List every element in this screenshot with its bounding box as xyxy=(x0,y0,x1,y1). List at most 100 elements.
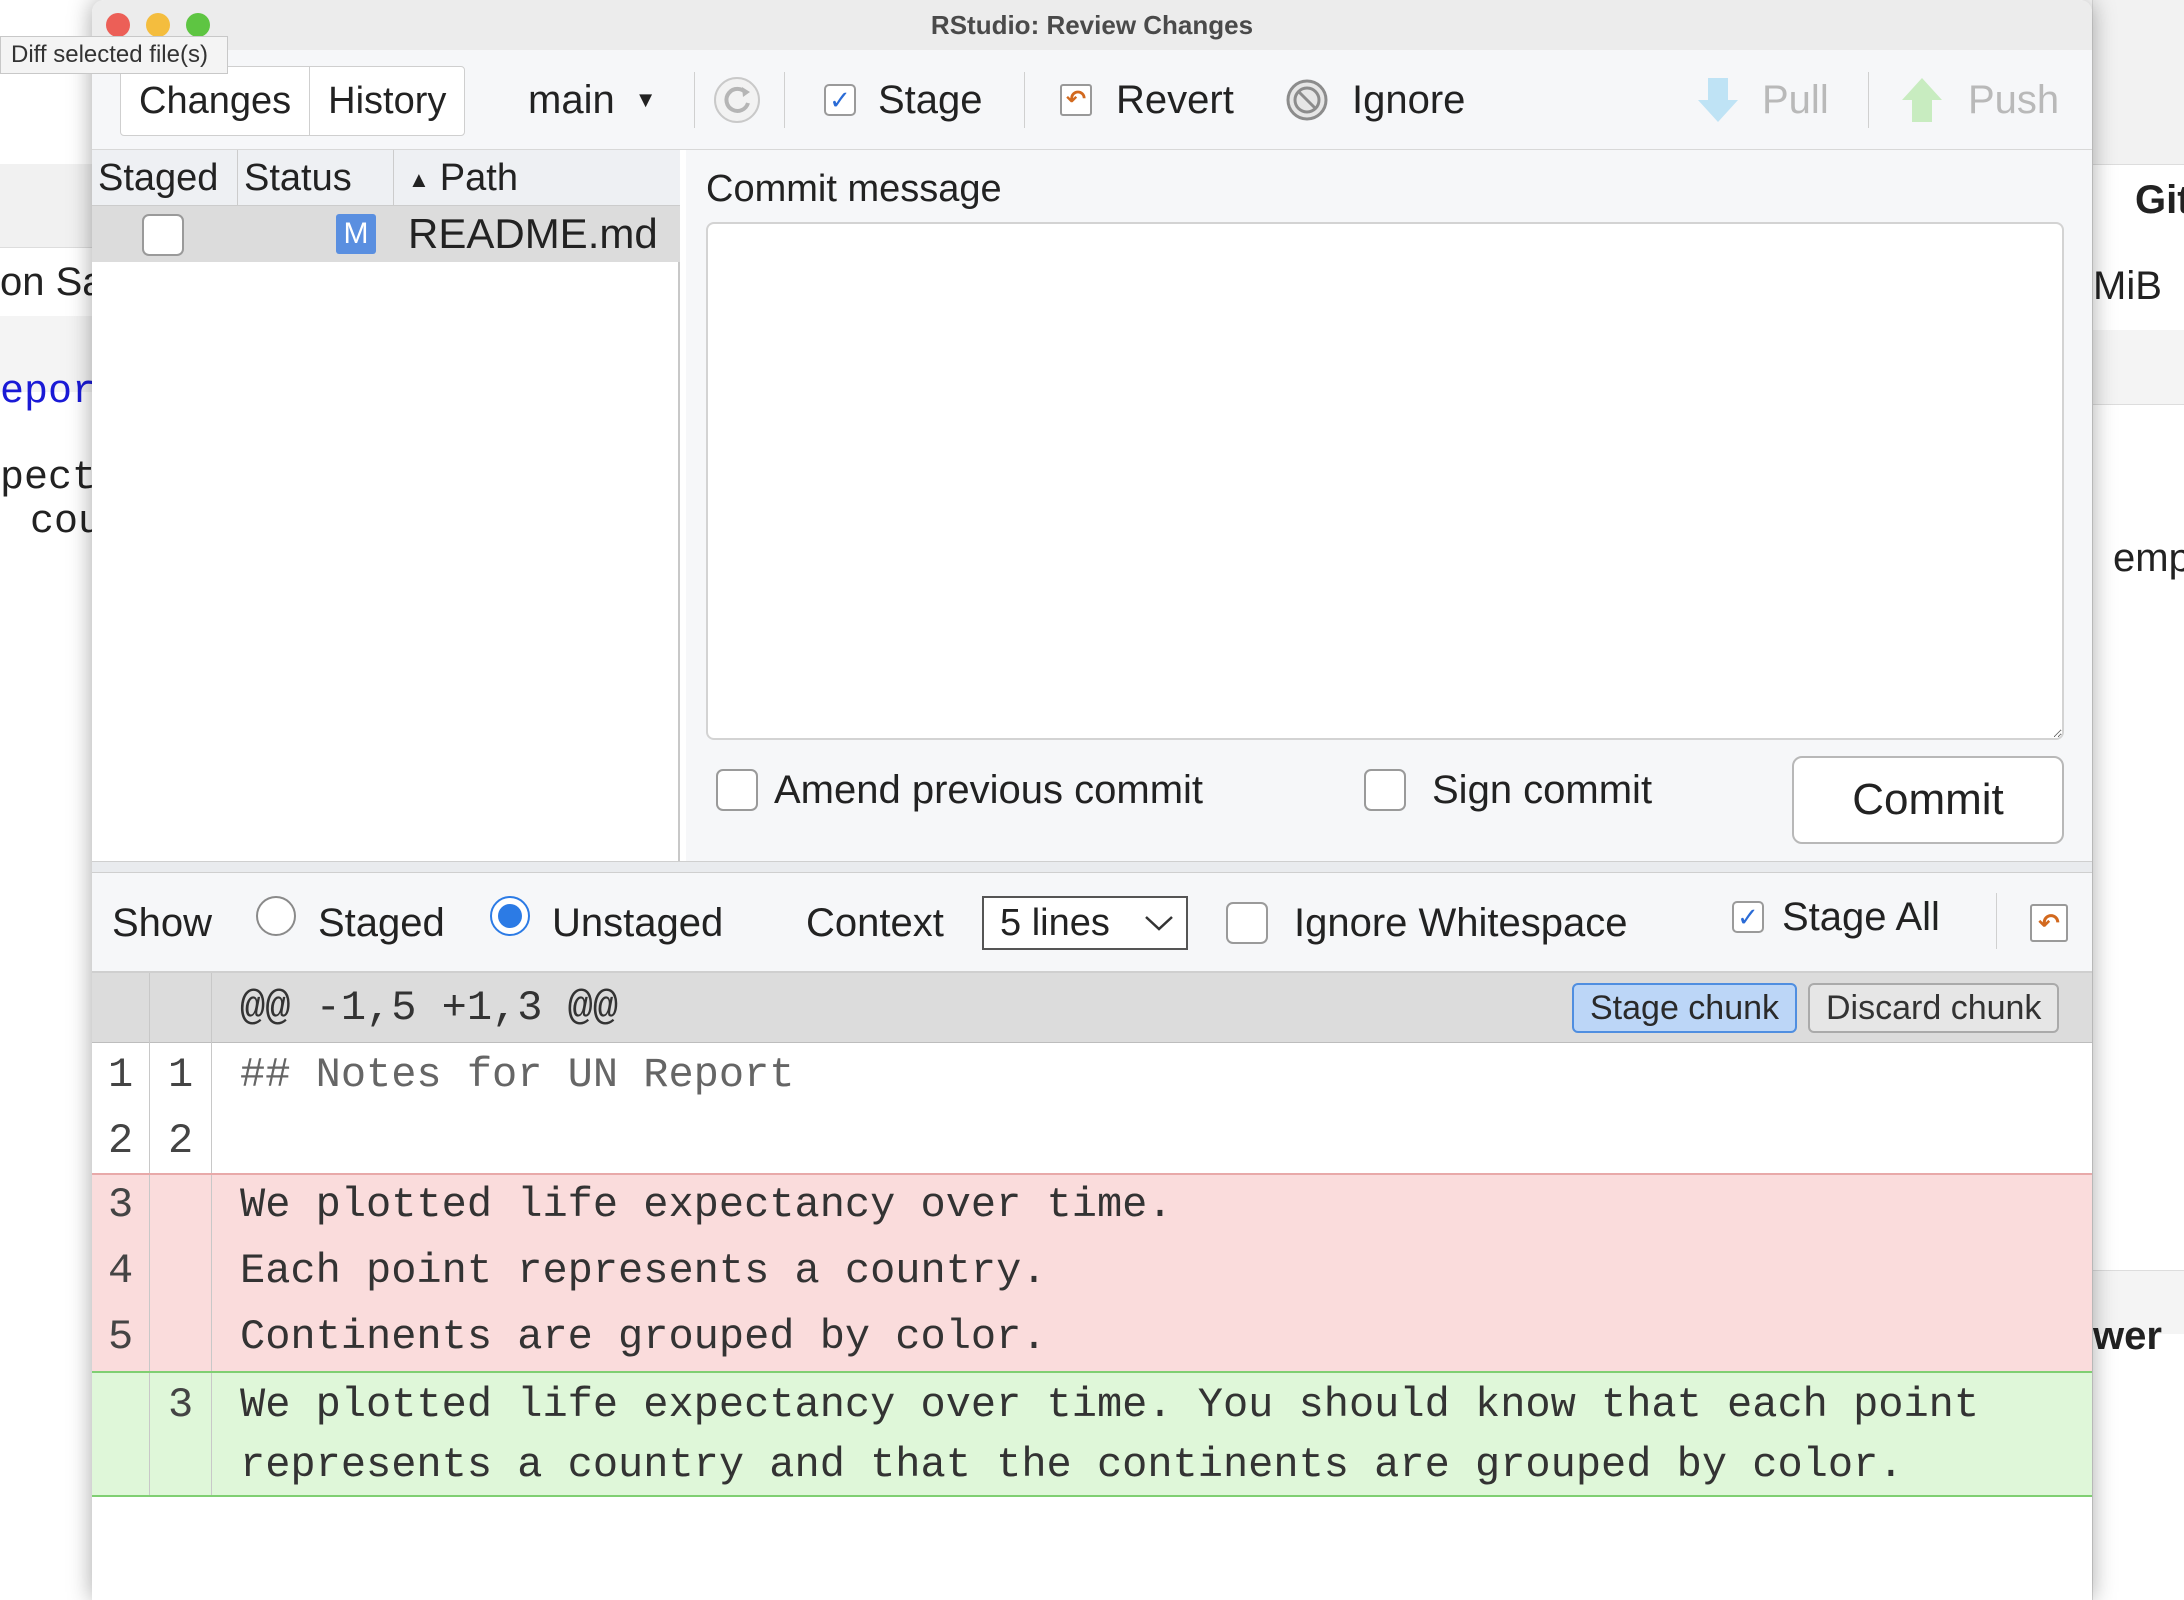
sign-commit-option[interactable]: Sign commit xyxy=(1364,762,1652,818)
background-band xyxy=(2093,330,2184,405)
column-status[interactable]: Status xyxy=(238,150,394,206)
old-line-number: 1 xyxy=(108,1051,134,1099)
diff-line-removed[interactable]: Continents are grouped by color. xyxy=(240,1313,1047,1361)
zoom-window-icon[interactable] xyxy=(186,13,210,37)
refresh-button[interactable] xyxy=(712,72,762,128)
show-staged-option[interactable]: Staged xyxy=(256,895,445,951)
unstaged-radio-label: Unstaged xyxy=(552,900,724,945)
stage-all-checkbox[interactable]: ✓ xyxy=(1732,901,1764,933)
context-select-box[interactable]: 5 lines xyxy=(982,896,1188,950)
commit-button[interactable]: Commit xyxy=(1792,756,2064,844)
context-lines-select[interactable]: 5 lines xyxy=(982,895,1188,951)
changed-files-pane: Staged Status ▲ Path M README.md xyxy=(92,150,680,861)
review-changes-window: RStudio: Review Changes Changes History … xyxy=(92,0,2092,1600)
ignore-whitespace-label: Ignore Whitespace xyxy=(1294,900,1628,945)
tooltip: Diff selected file(s) xyxy=(0,36,228,74)
new-line-gutter xyxy=(150,1175,212,1371)
sign-checkbox[interactable] xyxy=(1364,769,1406,811)
old-line-gutter xyxy=(92,973,150,1043)
file-path: README.md xyxy=(408,210,658,257)
toolbar-divider xyxy=(1996,893,1997,949)
view-tabs: Changes History xyxy=(120,66,466,136)
new-line-gutter xyxy=(150,973,212,1043)
amend-commit-option[interactable]: Amend previous commit xyxy=(716,762,1203,818)
commit-pane: Commit message Amend previous commit Sig… xyxy=(686,150,2092,861)
main-toolbar: Changes History main ▼ ✓ Stage ↶ Revert … xyxy=(92,50,2092,150)
file-row[interactable]: M README.md xyxy=(92,206,680,262)
pull-label: Pull xyxy=(1762,77,1829,122)
close-window-icon[interactable] xyxy=(106,13,130,37)
diff-added-block: 3 We plotted life expectancy over time. … xyxy=(92,1373,2092,1497)
ignore-whitespace-checkbox[interactable] xyxy=(1226,902,1268,944)
stage-all-label: Stage All xyxy=(1782,894,1940,939)
column-staged[interactable]: Staged xyxy=(92,150,238,206)
discard-all-button[interactable]: ↶ xyxy=(2030,895,2068,951)
branch-dropdown[interactable]: main ▼ xyxy=(528,72,656,128)
stage-button[interactable]: ✓ Stage xyxy=(824,72,983,128)
diff-line-added-wrap[interactable]: represents a country and that the contin… xyxy=(240,1441,1903,1489)
background-text: on Sa xyxy=(0,260,92,304)
tab-history[interactable]: History xyxy=(310,67,464,135)
stage-all-option[interactable]: ✓ Stage All xyxy=(1732,889,1940,945)
diff-toolbar: Show Staged Unstaged Context 5 lines Ign… xyxy=(92,873,2092,973)
ignore-button[interactable]: Ignore xyxy=(1284,72,1465,128)
pull-button[interactable]: Pull xyxy=(1696,72,1829,128)
diff-line-added[interactable]: We plotted life expectancy over time. Yo… xyxy=(240,1381,1979,1429)
background-text: Git xyxy=(2135,178,2184,222)
discard-chunk-button[interactable]: Discard chunk xyxy=(1808,983,2060,1033)
background-text: cou xyxy=(30,500,92,545)
window-titlebar: RStudio: Review Changes xyxy=(92,0,2092,50)
toolbar-divider xyxy=(1868,72,1869,128)
show-label: Show xyxy=(112,900,213,945)
ignore-whitespace-option[interactable]: Ignore Whitespace xyxy=(1226,895,1628,951)
path-header-label: Path xyxy=(439,157,518,199)
file-staged-checkbox[interactable] xyxy=(142,214,184,256)
toolbar-divider xyxy=(694,72,695,128)
push-button[interactable]: Push xyxy=(1900,72,2059,128)
commit-message-input[interactable] xyxy=(706,222,2064,740)
background-right-pane: Git MiB emp wer xyxy=(2092,0,2184,1600)
old-line-number: 4 xyxy=(108,1247,134,1295)
tab-changes[interactable]: Changes xyxy=(121,67,311,135)
context-label: Context xyxy=(806,900,944,945)
revert-button[interactable]: ↶ Revert xyxy=(1060,72,1234,128)
stage-chunk-button[interactable]: Stage chunk xyxy=(1572,983,1798,1033)
branch-name: main xyxy=(528,77,615,122)
modified-status-badge: M xyxy=(336,214,376,254)
column-path[interactable]: ▲ Path xyxy=(394,150,680,206)
toolbar-divider xyxy=(784,72,785,128)
diff-line-removed[interactable]: Each point represents a country. xyxy=(240,1247,1047,1295)
chevron-down-icon xyxy=(1145,916,1173,931)
amend-checkbox[interactable] xyxy=(716,769,758,811)
background-text: emp xyxy=(2113,536,2184,580)
staged-radio-label: Staged xyxy=(318,900,445,945)
refresh-icon xyxy=(714,77,760,123)
pull-arrow-icon xyxy=(1698,78,1738,122)
amend-label: Amend previous commit xyxy=(774,767,1204,812)
chevron-down-icon: ▼ xyxy=(634,87,657,112)
diff-line-removed[interactable]: We plotted life expectancy over time. xyxy=(240,1181,1173,1229)
minimize-window-icon[interactable] xyxy=(146,13,170,37)
staged-radio[interactable] xyxy=(256,896,296,936)
revert-label: Revert xyxy=(1116,77,1234,122)
diff-removed-block: 3 We plotted life expectancy over time. … xyxy=(92,1175,2092,1373)
revert-icon: ↶ xyxy=(2030,904,2068,942)
background-left-pane: on Sa eport pect cou xyxy=(0,76,92,1600)
revert-icon: ↶ xyxy=(1060,84,1092,116)
show-unstaged-option[interactable]: Unstaged xyxy=(490,895,723,951)
diff-line-text: ## Notes for UN Report xyxy=(240,1051,795,1099)
ignore-label: Ignore xyxy=(1352,77,1466,122)
old-line-gutter xyxy=(92,1373,150,1495)
old-line-number: 3 xyxy=(108,1181,134,1229)
sort-ascending-icon: ▲ xyxy=(408,166,430,192)
hunk-header-row: @@ -1,5 +1,3 @@ Stage chunk Discard chun… xyxy=(92,973,2092,1043)
new-line-number: 1 xyxy=(168,1051,194,1099)
file-list-header: Staged Status ▲ Path xyxy=(92,150,680,206)
hunk-header: @@ -1,5 +1,3 @@ xyxy=(240,984,619,1032)
old-line-number: 2 xyxy=(108,1117,134,1165)
stage-label: Stage xyxy=(878,77,983,122)
stage-checkbox-icon: ✓ xyxy=(824,84,856,116)
context-value: 5 lines xyxy=(1000,901,1110,944)
unstaged-radio[interactable] xyxy=(490,896,530,936)
pane-splitter[interactable] xyxy=(92,861,2092,873)
